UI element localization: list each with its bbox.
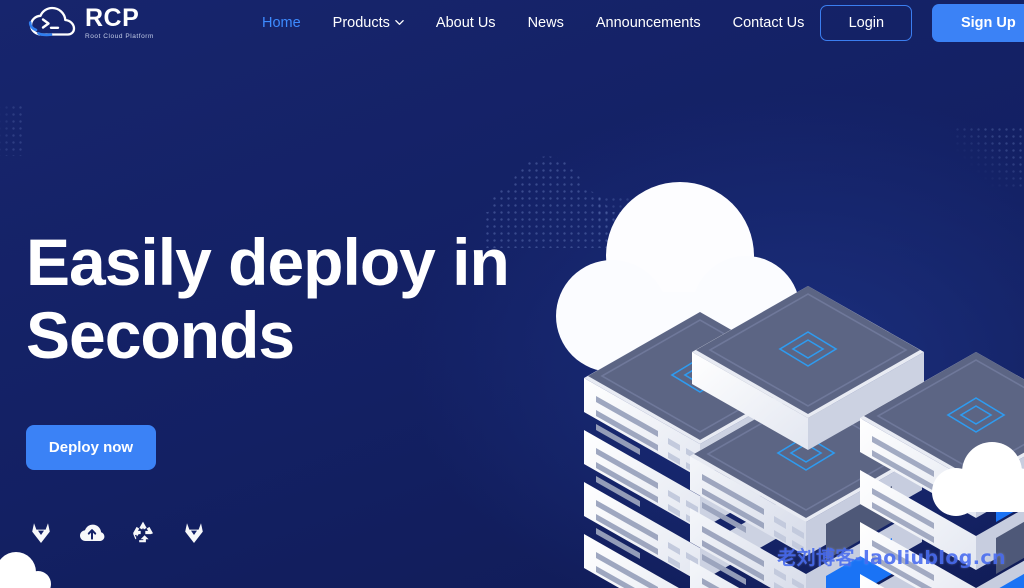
nav-item-label: News xyxy=(527,15,564,31)
nav-item-about-us[interactable]: About Us xyxy=(420,0,512,46)
hero-section: Easily deploy in Seconds Deploy now xyxy=(26,229,546,470)
nav-item-home[interactable]: Home xyxy=(246,0,317,46)
brand-tagline: Root Cloud Platform xyxy=(85,32,154,40)
chevron-down-icon xyxy=(395,18,404,27)
brand-logo[interactable]: RCP Root Cloud Platform xyxy=(26,3,154,43)
page-title: Easily deploy in Seconds xyxy=(26,229,546,373)
partner-icon-row xyxy=(28,519,207,545)
cloud-upload-icon[interactable] xyxy=(79,519,105,545)
login-button[interactable]: Login xyxy=(820,5,913,41)
nav-item-products[interactable]: Products xyxy=(317,0,420,46)
signup-button[interactable]: Sign Up xyxy=(932,4,1024,42)
gitlab-fox-icon[interactable] xyxy=(28,519,54,545)
dotted-left-pattern xyxy=(0,104,22,156)
nav-item-label: Home xyxy=(261,15,301,31)
auth-actions: Login Sign Up xyxy=(820,4,1024,42)
nav-item-label: Announcements xyxy=(595,15,701,31)
cloud-shape-bottom-left xyxy=(0,552,51,588)
main-navigation: Home Products About Us News Announcement… xyxy=(246,0,820,46)
gitlab-fox-icon[interactable] xyxy=(181,519,207,545)
nav-item-news[interactable]: News xyxy=(512,0,580,46)
hero-title-line2: Seconds xyxy=(26,298,295,373)
brand-name: RCP xyxy=(85,3,140,32)
hero-title-line1: Easily deploy in xyxy=(26,225,510,299)
nav-item-label: Products xyxy=(332,15,390,31)
landing-page: RCP Root Cloud Platform Home Products Ab… xyxy=(0,0,1024,588)
site-header: RCP Root Cloud Platform Home Products Ab… xyxy=(0,0,1024,46)
recycle-icon[interactable] xyxy=(130,519,156,545)
nav-item-label: Contact Us xyxy=(732,15,805,31)
cloud-terminal-icon xyxy=(26,6,78,40)
nav-item-label: About Us xyxy=(435,15,496,31)
nav-item-contact-us[interactable]: Contact Us xyxy=(717,0,821,46)
nav-item-announcements[interactable]: Announcements xyxy=(580,0,717,46)
hero-illustration xyxy=(540,120,1024,588)
deploy-now-button[interactable]: Deploy now xyxy=(26,424,156,470)
